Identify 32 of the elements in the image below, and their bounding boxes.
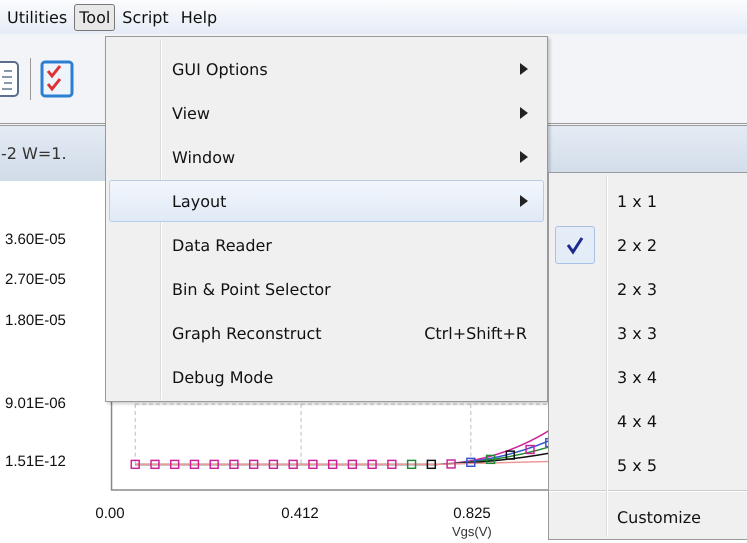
menu-item[interactable]: Data Reader	[109, 224, 544, 266]
menu-bar-item[interactable]: Help	[176, 4, 222, 30]
x-axis-tick-label: 0.412	[281, 505, 319, 522]
x-axis-tick-label: 0.825	[453, 505, 491, 522]
menu-item[interactable]: 3 x 4	[549, 355, 747, 399]
menu-item[interactable]: 2 x 3	[549, 267, 747, 311]
y-axis-tick-label: 3.60E-05	[5, 231, 66, 248]
menu-item[interactable]: 4 x 4	[549, 399, 747, 443]
menu-item[interactable]: Window	[109, 136, 544, 178]
menu-bar-item[interactable]: Utilities	[2, 4, 72, 30]
menu-item[interactable]: Debug Mode	[109, 356, 544, 398]
y-axis-tick-label: 2.70E-05	[5, 271, 66, 288]
y-axis-tick-label: 1.80E-05	[5, 312, 66, 329]
x-axis-tick-label: 0.00	[95, 505, 125, 522]
menu-item[interactable]: 2 x 2	[549, 223, 747, 267]
x-axis-label: Vgs(V)	[452, 524, 492, 539]
menu-bar-item[interactable]: Script	[117, 4, 174, 30]
document-icon[interactable]	[0, 58, 22, 98]
menu-item[interactable]: Customize	[549, 495, 747, 539]
y-axis-tick-label: 1.51E-12	[5, 453, 66, 470]
menu-item[interactable]: 3 x 3	[549, 311, 747, 355]
menu-item[interactable]: 5 x 5	[549, 443, 747, 487]
y-axis-tick-label: 9.01E-06	[5, 395, 66, 412]
checklist-icon[interactable]	[39, 58, 75, 98]
panel-title: -2 W=1.	[0, 144, 67, 163]
menu-item[interactable]: Graph Reconstruct Ctrl+Shift+R	[109, 312, 544, 354]
menu-item[interactable]: Layout	[109, 180, 544, 222]
menu-bar-item[interactable]: Tool	[74, 4, 116, 30]
menu-item[interactable]: GUI Options	[109, 48, 544, 90]
menu-item[interactable]: 1 x 1	[549, 179, 747, 223]
menu-item[interactable]: View	[109, 92, 544, 134]
menu-item[interactable]: Bin & Point Selector	[109, 268, 544, 310]
